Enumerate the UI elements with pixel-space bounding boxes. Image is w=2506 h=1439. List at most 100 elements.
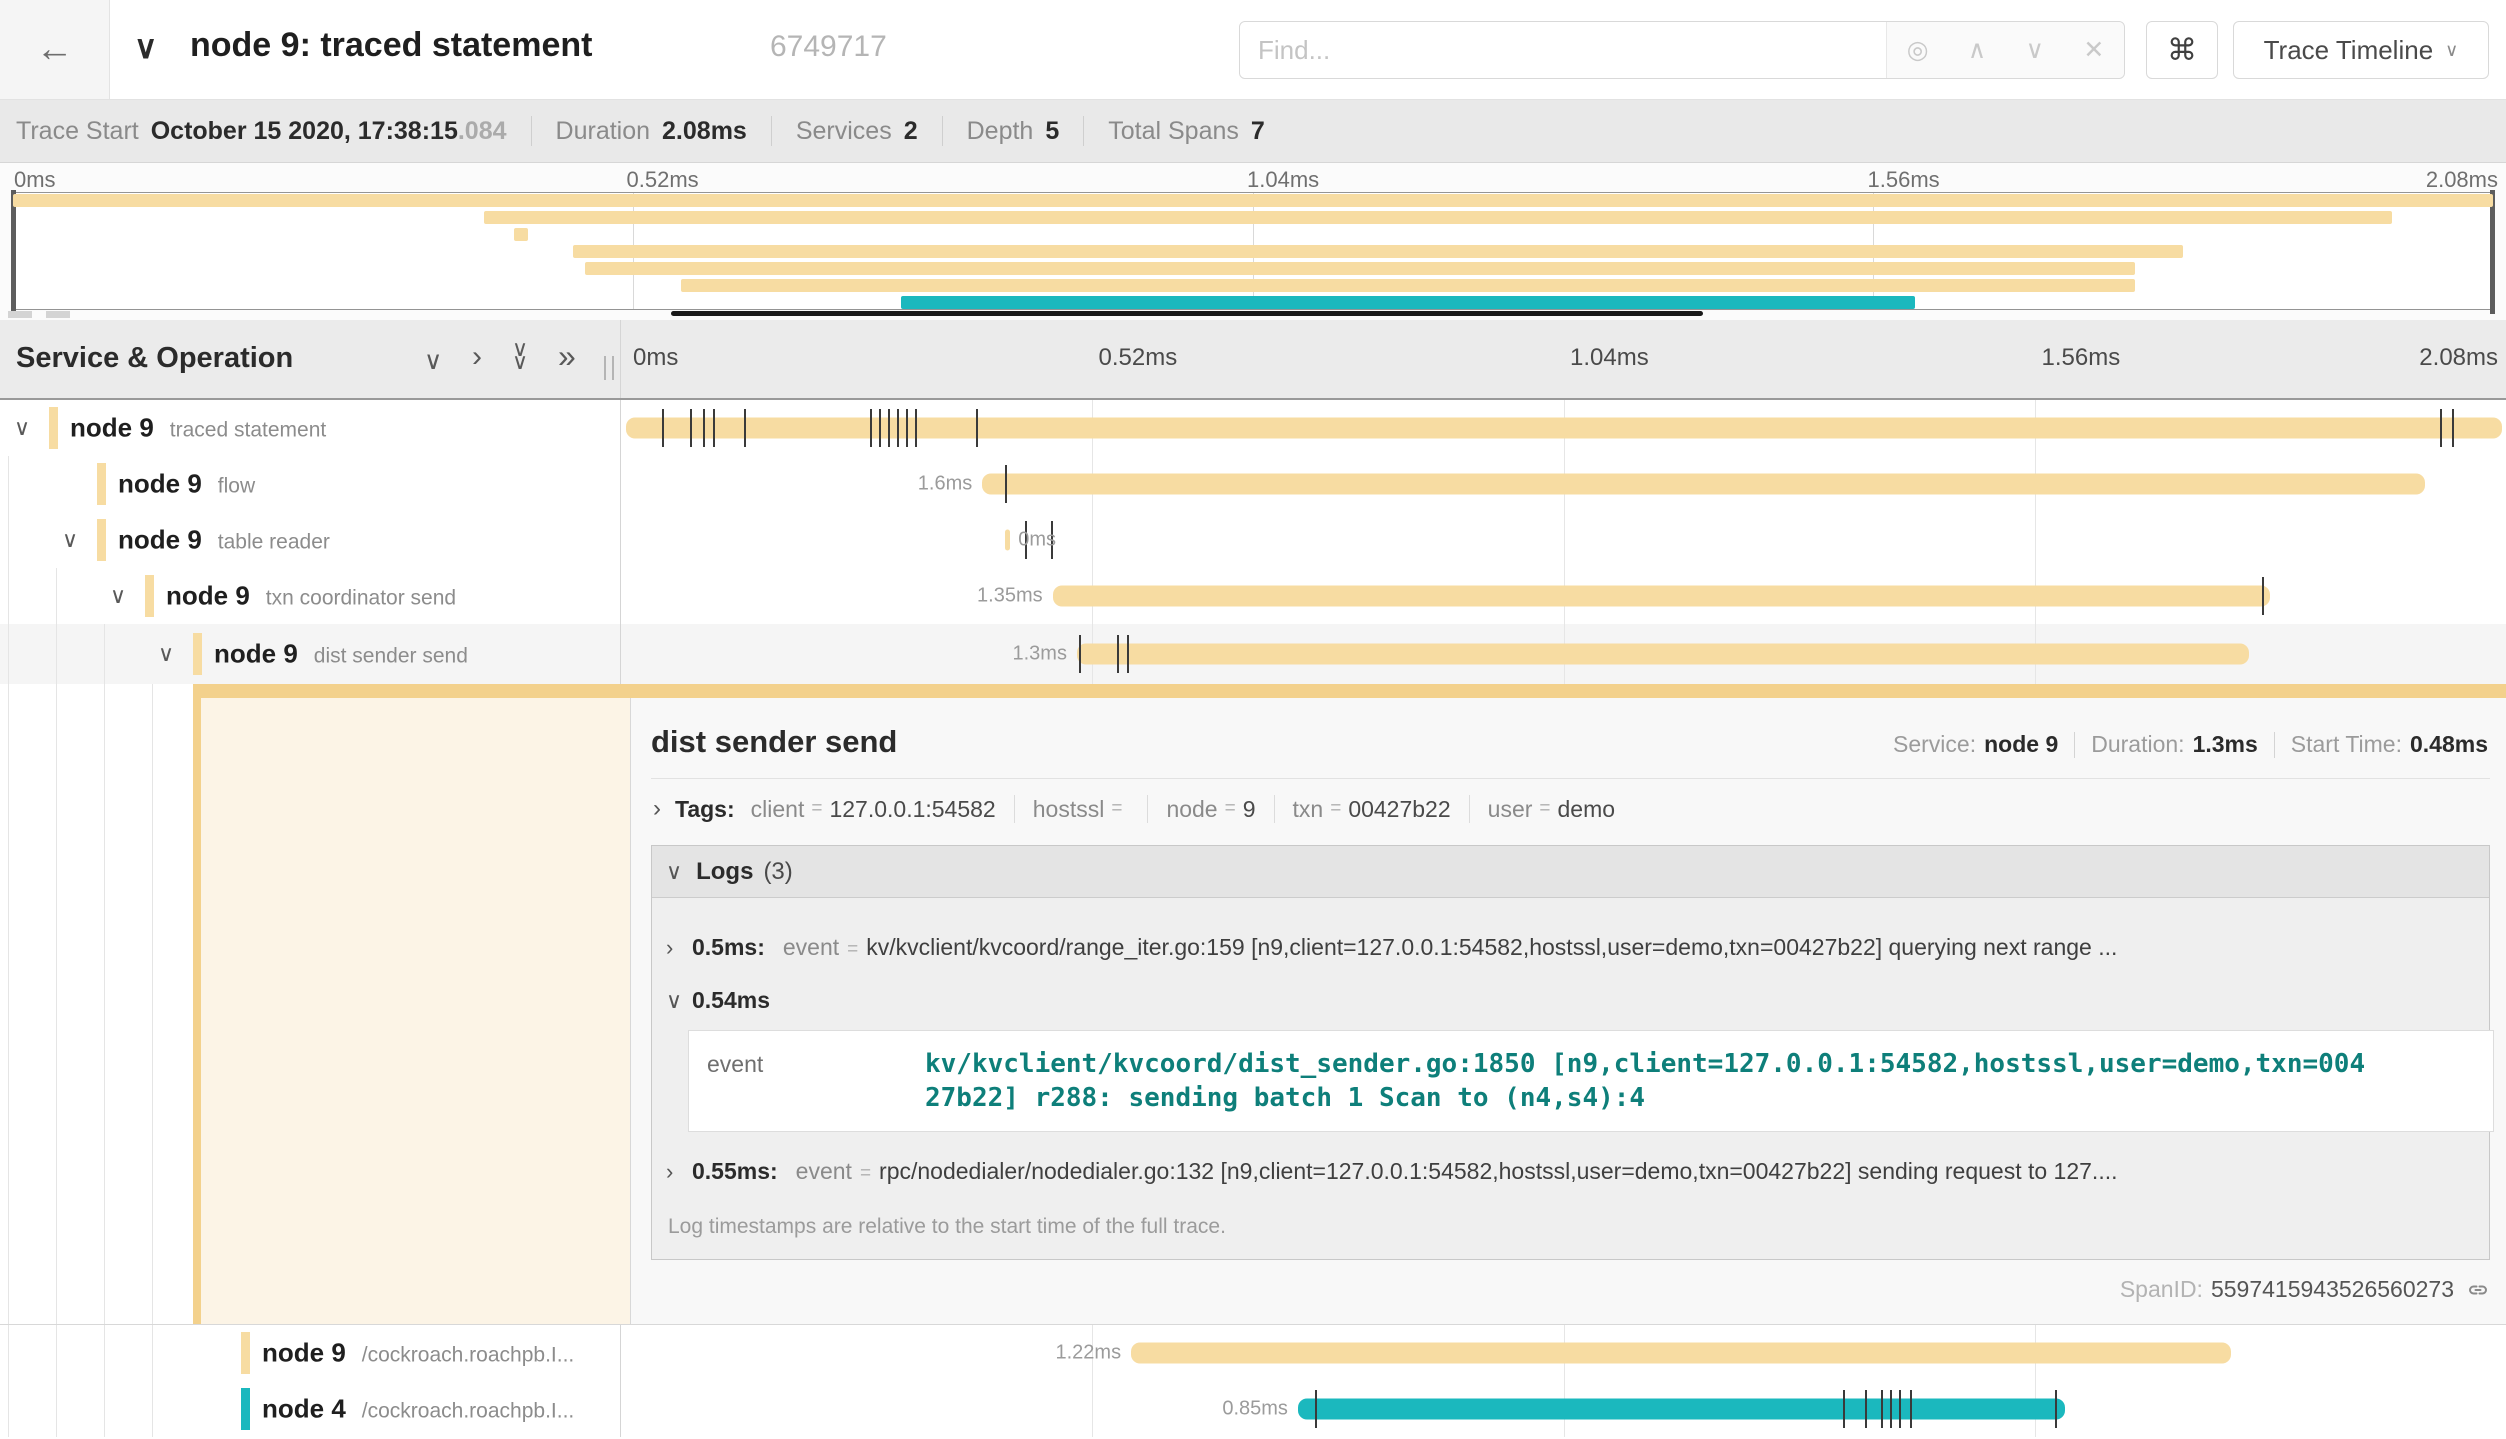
log-timestamp: 0.55ms: [692,1158,778,1185]
log-entry[interactable]: ›0.55ms:event=rpc/nodedialer/nodedialer.… [666,1158,2471,1185]
log-entry[interactable]: ∨0.54ms [666,987,2471,1014]
timeline-ruler: 0ms0.52ms1.04ms1.56ms2.08ms [620,320,2506,398]
minimap-left-handle[interactable] [11,190,16,314]
column-resize-grip[interactable] [604,356,614,380]
span-overview: Service: node 9 Duration: 1.3ms Start Ti… [1893,731,2488,758]
span-color-chip [241,1332,250,1374]
find-match-icon[interactable]: ◎ [1907,35,1929,65]
chevron-down-icon: ∨ [2445,40,2458,61]
span-bar[interactable] [1298,1399,2065,1420]
ruler-tick-label: 0.52ms [1099,344,1178,372]
log-marker-tick [888,409,890,447]
find-input[interactable] [1240,22,1886,78]
link-icon[interactable] [2466,1278,2490,1302]
expand-all-icon[interactable]: » [558,338,576,375]
service-label: Service: [1893,731,1976,758]
timeline-gridline [1564,512,1565,568]
span-row[interactable]: ∨node 9txn coordinator send1.35ms [0,568,2506,624]
minimap-span-bar [514,228,528,241]
span-bar[interactable] [1053,586,2271,607]
info-value: 5 [1045,117,1059,146]
indent-guide [8,568,9,624]
span-row[interactable]: node 9flow1.6ms [0,456,2506,512]
span-row-name-cell: ∨ node 9traced statement [0,400,620,456]
find-clear-icon[interactable]: ✕ [2083,35,2104,65]
log-marker-tick [1843,1390,1845,1428]
horizontal-scrollbar[interactable] [671,311,1703,316]
span-row[interactable]: ∨ node 9traced statement [0,400,2506,456]
minimap-viewport[interactable] [12,192,2494,310]
find-next-icon[interactable]: ∨ [2026,35,2044,65]
equals-sign: = [847,939,858,961]
span-bar[interactable] [982,474,2425,495]
log-value: kv/kvclient/kvcoord/range_iter.go:159 [n… [866,934,2117,961]
minimap-span-bar [585,262,2135,275]
minimap-corner-square [8,311,32,318]
log-detail-table: eventkv/kvclient/kvcoord/dist_sender.go:… [688,1030,2494,1132]
span-row-timeline-cell[interactable]: 0.85ms [620,1381,2506,1437]
log-marker-tick [906,409,908,447]
back-arrow-icon: ← [36,28,74,71]
indent-guide [104,1381,105,1437]
log-detail-value: kv/kvclient/kvcoord/dist_sender.go:1850 … [925,1047,2369,1115]
chevron-right-icon[interactable]: › [666,1159,692,1185]
span-row-timeline-cell[interactable] [620,400,2506,456]
span-row[interactable]: ∨ node 9table reader 0ms [0,512,2506,568]
minimap-corner-square [46,311,70,318]
span-operation-name: traced statement [170,419,326,442]
indent-guide [56,624,57,684]
span-row-timeline-cell[interactable]: 1.22ms [620,1325,2506,1381]
info-value: October 15 2020, 17:38:15 [151,117,458,146]
minimap-tick-label: 0.52ms [627,167,699,193]
indent-guide [8,1325,9,1381]
keyboard-shortcuts-button[interactable]: ⌘ [2146,21,2218,79]
chevron-right-icon[interactable]: › [666,935,692,961]
logs-header[interactable]: ∨ Logs (3) [652,846,2489,898]
span-service-name: node 9traced statement [70,413,326,444]
equals-sign: = [1330,798,1341,820]
find-prev-icon[interactable]: ∧ [1968,35,1986,65]
expand-one-icon[interactable]: › [472,340,482,374]
span-row-timeline-cell[interactable]: 1.35ms [620,568,2506,624]
span-row[interactable]: node 4/cockroach.roachpb.I...0.85ms [0,1381,2506,1437]
trace-viewer: ← ∨ node 9: traced statement 6749717 ◎ ∧… [0,0,2506,1439]
span-row-name-cell: ∨node 9txn coordinator send [0,568,620,624]
log-marker-tick [915,409,917,447]
log-marker-tick [897,409,899,447]
trace-collapse-chevron-icon[interactable]: ∨ [134,28,157,66]
log-entry[interactable]: ›0.5ms:event=kv/kvclient/kvcoord/range_i… [666,934,2471,961]
collapse-all-icon[interactable]: ∨∨ [512,342,528,368]
collapse-one-icon[interactable]: ∨ [424,346,442,376]
span-expander-chevron-icon[interactable]: ∨ [153,641,179,667]
span-row[interactable]: ∨node 9dist sender send1.3ms [0,624,2506,684]
trace-view-dropdown[interactable]: Trace Timeline ∨ [2233,21,2489,79]
span-operation-name: dist sender send [314,645,468,668]
span-duration-label: 1.6ms [918,473,972,496]
span-expander-chevron-icon[interactable]: ∨ [9,415,35,441]
chevron-down-icon[interactable]: ∨ [666,988,692,1014]
span-row-timeline-cell[interactable]: 0ms [620,512,2506,568]
span-row-timeline-cell[interactable]: 1.6ms [620,456,2506,512]
span-bar[interactable] [1005,530,1010,551]
span-row-timeline-cell[interactable]: 1.3ms [620,624,2506,684]
span-expander-chevron-icon[interactable]: ∨ [105,583,131,609]
span-bar[interactable] [1077,644,2250,665]
minimap-right-handle[interactable] [2490,190,2495,314]
span-bar[interactable] [1131,1343,2231,1364]
log-marker-tick [1865,1390,1867,1428]
span-row[interactable]: node 9/cockroach.roachpb.I...1.22ms [0,1325,2506,1381]
chevron-right-icon[interactable]: › [653,795,661,823]
ruler-tick-label: 1.56ms [2042,344,2121,372]
span-operation-name: /cockroach.roachpb.I... [362,1400,574,1423]
span-expander-chevron-icon[interactable]: ∨ [57,527,83,553]
log-marker-tick [2452,409,2454,447]
info-label: Services [796,117,892,146]
indent-guide [56,568,57,624]
service-operation-header: Service & Operation [16,342,293,375]
back-button[interactable]: ← [0,0,110,99]
log-marker-tick [703,409,705,447]
log-marker-tick [1079,635,1081,673]
timeline-gridline [1092,1381,1093,1437]
tags-row[interactable]: › Tags: client=127.0.0.1:54582hostssl=no… [651,795,2490,823]
span-service-name: node 9table reader [118,525,330,556]
